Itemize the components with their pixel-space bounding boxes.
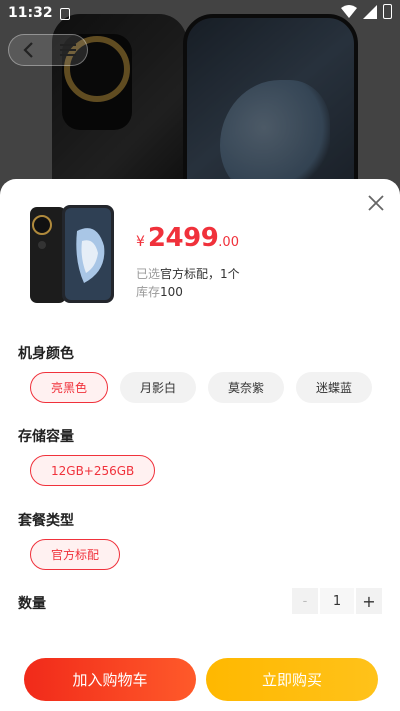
wifi-icon	[341, 4, 357, 18]
increase-button[interactable]: +	[356, 588, 382, 614]
selected-value: 官方标配，1个	[160, 267, 240, 281]
add-to-cart-button[interactable]: 加入购物车	[24, 658, 196, 701]
sim-icon	[60, 8, 70, 20]
color-option-white[interactable]: 月影白	[120, 372, 197, 403]
price-integer: 2499	[147, 223, 219, 253]
color-section-title: 机身颜色	[18, 346, 74, 362]
status-bar: 11:32	[0, 0, 400, 28]
signal-icon	[363, 4, 377, 19]
buy-now-button[interactable]: 立即购买	[206, 658, 378, 701]
color-options: 亮黑色 月影白 莫奈紫 迷蝶蓝	[30, 372, 373, 403]
sku-selector-sheet: ¥ 2499 .00 已选官方标配，1个 库存100 机身颜色 亮黑色 月影白 …	[0, 179, 400, 711]
chevron-left-icon	[22, 42, 33, 58]
stock-label: 库存	[136, 285, 161, 299]
selected-label: 已选	[136, 267, 161, 281]
nav-capsule	[8, 34, 88, 66]
product-thumbnail	[22, 201, 122, 309]
stock-info: 库存100	[136, 283, 183, 300]
quantity-stepper: - 1 +	[292, 588, 382, 614]
action-bar: 加入购物车 立即购买	[24, 658, 378, 701]
quantity-section-title: 数量	[18, 596, 46, 612]
stock-value: 100	[160, 285, 183, 299]
storage-options: 12GB+256GB	[30, 455, 156, 486]
decrease-button[interactable]: -	[292, 588, 318, 614]
product-price: ¥ 2499 .00	[136, 223, 239, 253]
package-section-title: 套餐类型	[18, 513, 74, 529]
color-option-blue[interactable]: 迷蝶蓝	[296, 372, 373, 403]
battery-icon	[383, 4, 392, 19]
storage-section-title: 存储容量	[18, 429, 74, 445]
close-icon[interactable]	[366, 193, 386, 213]
package-options: 官方标配	[30, 539, 121, 570]
menu-button[interactable]	[48, 34, 87, 66]
color-option-black[interactable]: 亮黑色	[30, 372, 109, 403]
menu-icon	[59, 44, 76, 56]
package-option[interactable]: 官方标配	[30, 539, 121, 570]
status-time: 11:32	[8, 5, 53, 21]
color-option-purple[interactable]: 莫奈紫	[208, 372, 285, 403]
back-button[interactable]	[9, 34, 48, 66]
selected-summary: 已选官方标配，1个	[136, 265, 240, 282]
price-decimal: .00	[218, 235, 239, 250]
storage-option[interactable]: 12GB+256GB	[30, 455, 156, 486]
quantity-value[interactable]: 1	[320, 588, 354, 614]
currency-symbol: ¥	[136, 234, 145, 250]
